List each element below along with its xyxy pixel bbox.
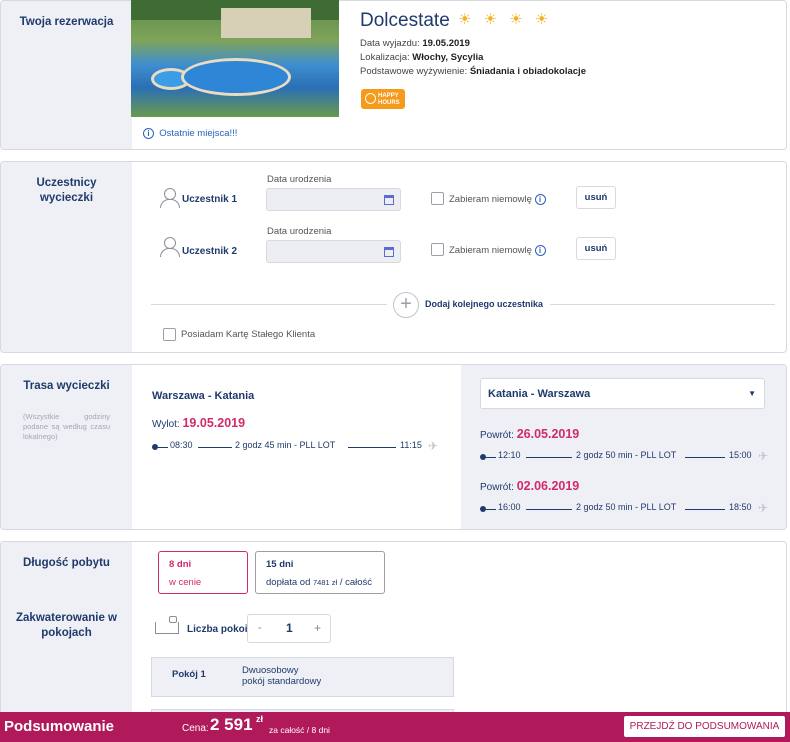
infant-label-2: Zabieram niemowlę i bbox=[449, 245, 546, 256]
route-title: Trasa wycieczki bbox=[23, 380, 110, 392]
return-date-2: Powrót: 02.06.2019 bbox=[480, 479, 580, 493]
info-icon[interactable]: i bbox=[534, 245, 546, 256]
info-icon: i bbox=[143, 128, 154, 139]
person-icon bbox=[160, 188, 180, 208]
summary-bar: Podsumowanie Cena: 2 591 zł za całość / … bbox=[0, 712, 790, 742]
return-flight-leg-2[interactable]: 16:00 2 godz 50 min - PLL LOT 18:50 ✈ bbox=[480, 501, 770, 516]
plane-icon: ✈ bbox=[428, 439, 439, 453]
hotel-name[interactable]: Dolcestate bbox=[360, 10, 450, 32]
chevron-down-icon: ▼ bbox=[748, 389, 756, 398]
return-flight-leg-1[interactable]: 12:10 2 godz 50 min - PLL LOT 15:00 ✈ bbox=[480, 449, 770, 464]
price-label: Cena: bbox=[182, 723, 209, 734]
add-participant-label[interactable]: Dodaj kolejnego uczestnika bbox=[425, 299, 543, 309]
route-timezone-note: (Wszystkie godziny podane są według czas… bbox=[23, 412, 110, 441]
rooms-count-label: Liczba pokoi bbox=[187, 624, 248, 635]
board-line: Podstawowe wyżywienie: Śniadania i obiad… bbox=[360, 66, 586, 77]
increment-button[interactable]: + bbox=[314, 621, 321, 635]
price-value: 2 591 bbox=[210, 715, 253, 734]
stay-option-8-days[interactable]: 8 dni w cenie bbox=[158, 551, 248, 594]
outbound-flight-leg[interactable]: 08:30 2 godz 45 min - PLL LOT 11:15 ✈ bbox=[152, 439, 442, 454]
outbound-date: Wylot: 19.05.2019 bbox=[152, 416, 246, 430]
decrement-button[interactable]: - bbox=[258, 622, 262, 634]
rooms-stepper[interactable]: - 1 + bbox=[247, 614, 331, 643]
person-icon bbox=[160, 237, 180, 257]
plane-icon: ✈ bbox=[758, 449, 769, 463]
divider bbox=[550, 304, 775, 305]
departure-line: Data wyjazdu: 19.05.2019 bbox=[360, 38, 470, 49]
participant-1-name[interactable]: Uczestnik 1 bbox=[182, 194, 237, 205]
infant-label-1: Zabieram niemowlę i bbox=[449, 194, 546, 205]
summary-label: Podsumowanie bbox=[4, 718, 115, 735]
remove-participant-1-button[interactable]: usuń bbox=[576, 186, 616, 209]
stay-card: Długość pobytu Zakwaterowanie w pokojach bbox=[0, 541, 787, 731]
birthdate-label: Data urodzenia bbox=[267, 174, 332, 185]
location-line: Lokalizacja: Włochy, Sycylia bbox=[360, 52, 484, 63]
remove-participant-2-button[interactable]: usuń bbox=[576, 237, 616, 260]
participant-2-name[interactable]: Uczestnik 2 bbox=[182, 246, 237, 257]
stay-title: Długość pobytu bbox=[23, 557, 110, 569]
divider bbox=[151, 304, 387, 305]
participants-title: Uczestnicy wycieczki bbox=[36, 177, 97, 204]
clock-icon bbox=[365, 93, 376, 104]
sun-rating-icon: ☀ ☀ ☀ ☀ bbox=[458, 11, 553, 28]
return-date-1: Powrót: 26.05.2019 bbox=[480, 427, 580, 441]
outbound-route-title: Warszawa - Katania bbox=[152, 390, 255, 402]
add-participant-button[interactable]: + bbox=[393, 292, 419, 318]
infant-checkbox-1[interactable] bbox=[431, 192, 444, 205]
info-icon[interactable]: i bbox=[534, 194, 546, 205]
bed-icon bbox=[155, 616, 179, 634]
infant-checkbox-2[interactable] bbox=[431, 243, 444, 256]
happy-hours-badge: HAPPY HOURS bbox=[361, 89, 405, 109]
hotel-photo bbox=[131, 0, 339, 117]
room-type: Dwuosobowy pokój standardowy bbox=[242, 665, 322, 687]
plane-icon: ✈ bbox=[758, 501, 769, 515]
rooms-count-value: 1 bbox=[286, 621, 293, 635]
loyalty-card-label: Posiadam Kartę Stałego Klienta bbox=[181, 329, 316, 340]
reservation-title: Twoja rezerwacja bbox=[19, 16, 114, 28]
accommodation-title: Zakwaterowanie w pokojach bbox=[16, 612, 117, 639]
loyalty-card-checkbox[interactable] bbox=[163, 328, 176, 341]
room-name: Pokój 1 bbox=[172, 669, 206, 680]
currency-label: zł bbox=[256, 714, 264, 724]
calendar-icon bbox=[384, 247, 394, 257]
price-scope: za całość / 8 dni bbox=[269, 725, 330, 735]
return-route-select[interactable]: Katania - Warszawa ▼ bbox=[480, 378, 765, 409]
reservation-label-col: Twoja rezerwacja bbox=[1, 1, 132, 149]
birthdate-label: Data urodzenia bbox=[267, 226, 332, 237]
birthdate-input-1[interactable] bbox=[266, 188, 401, 211]
birthdate-input-2[interactable] bbox=[266, 240, 401, 263]
stay-option-15-days[interactable]: 15 dni dopłata od 7481 zł / całość bbox=[255, 551, 385, 594]
room-1-box: Pokój 1 Dwuosobowy pokój standardowy bbox=[151, 657, 454, 697]
last-places-notice: i Ostatnie miejsca!!! bbox=[143, 128, 237, 139]
calendar-icon bbox=[384, 195, 394, 205]
go-to-summary-button[interactable]: PRZEJDŹ DO PODSUMOWANIA bbox=[624, 716, 785, 737]
